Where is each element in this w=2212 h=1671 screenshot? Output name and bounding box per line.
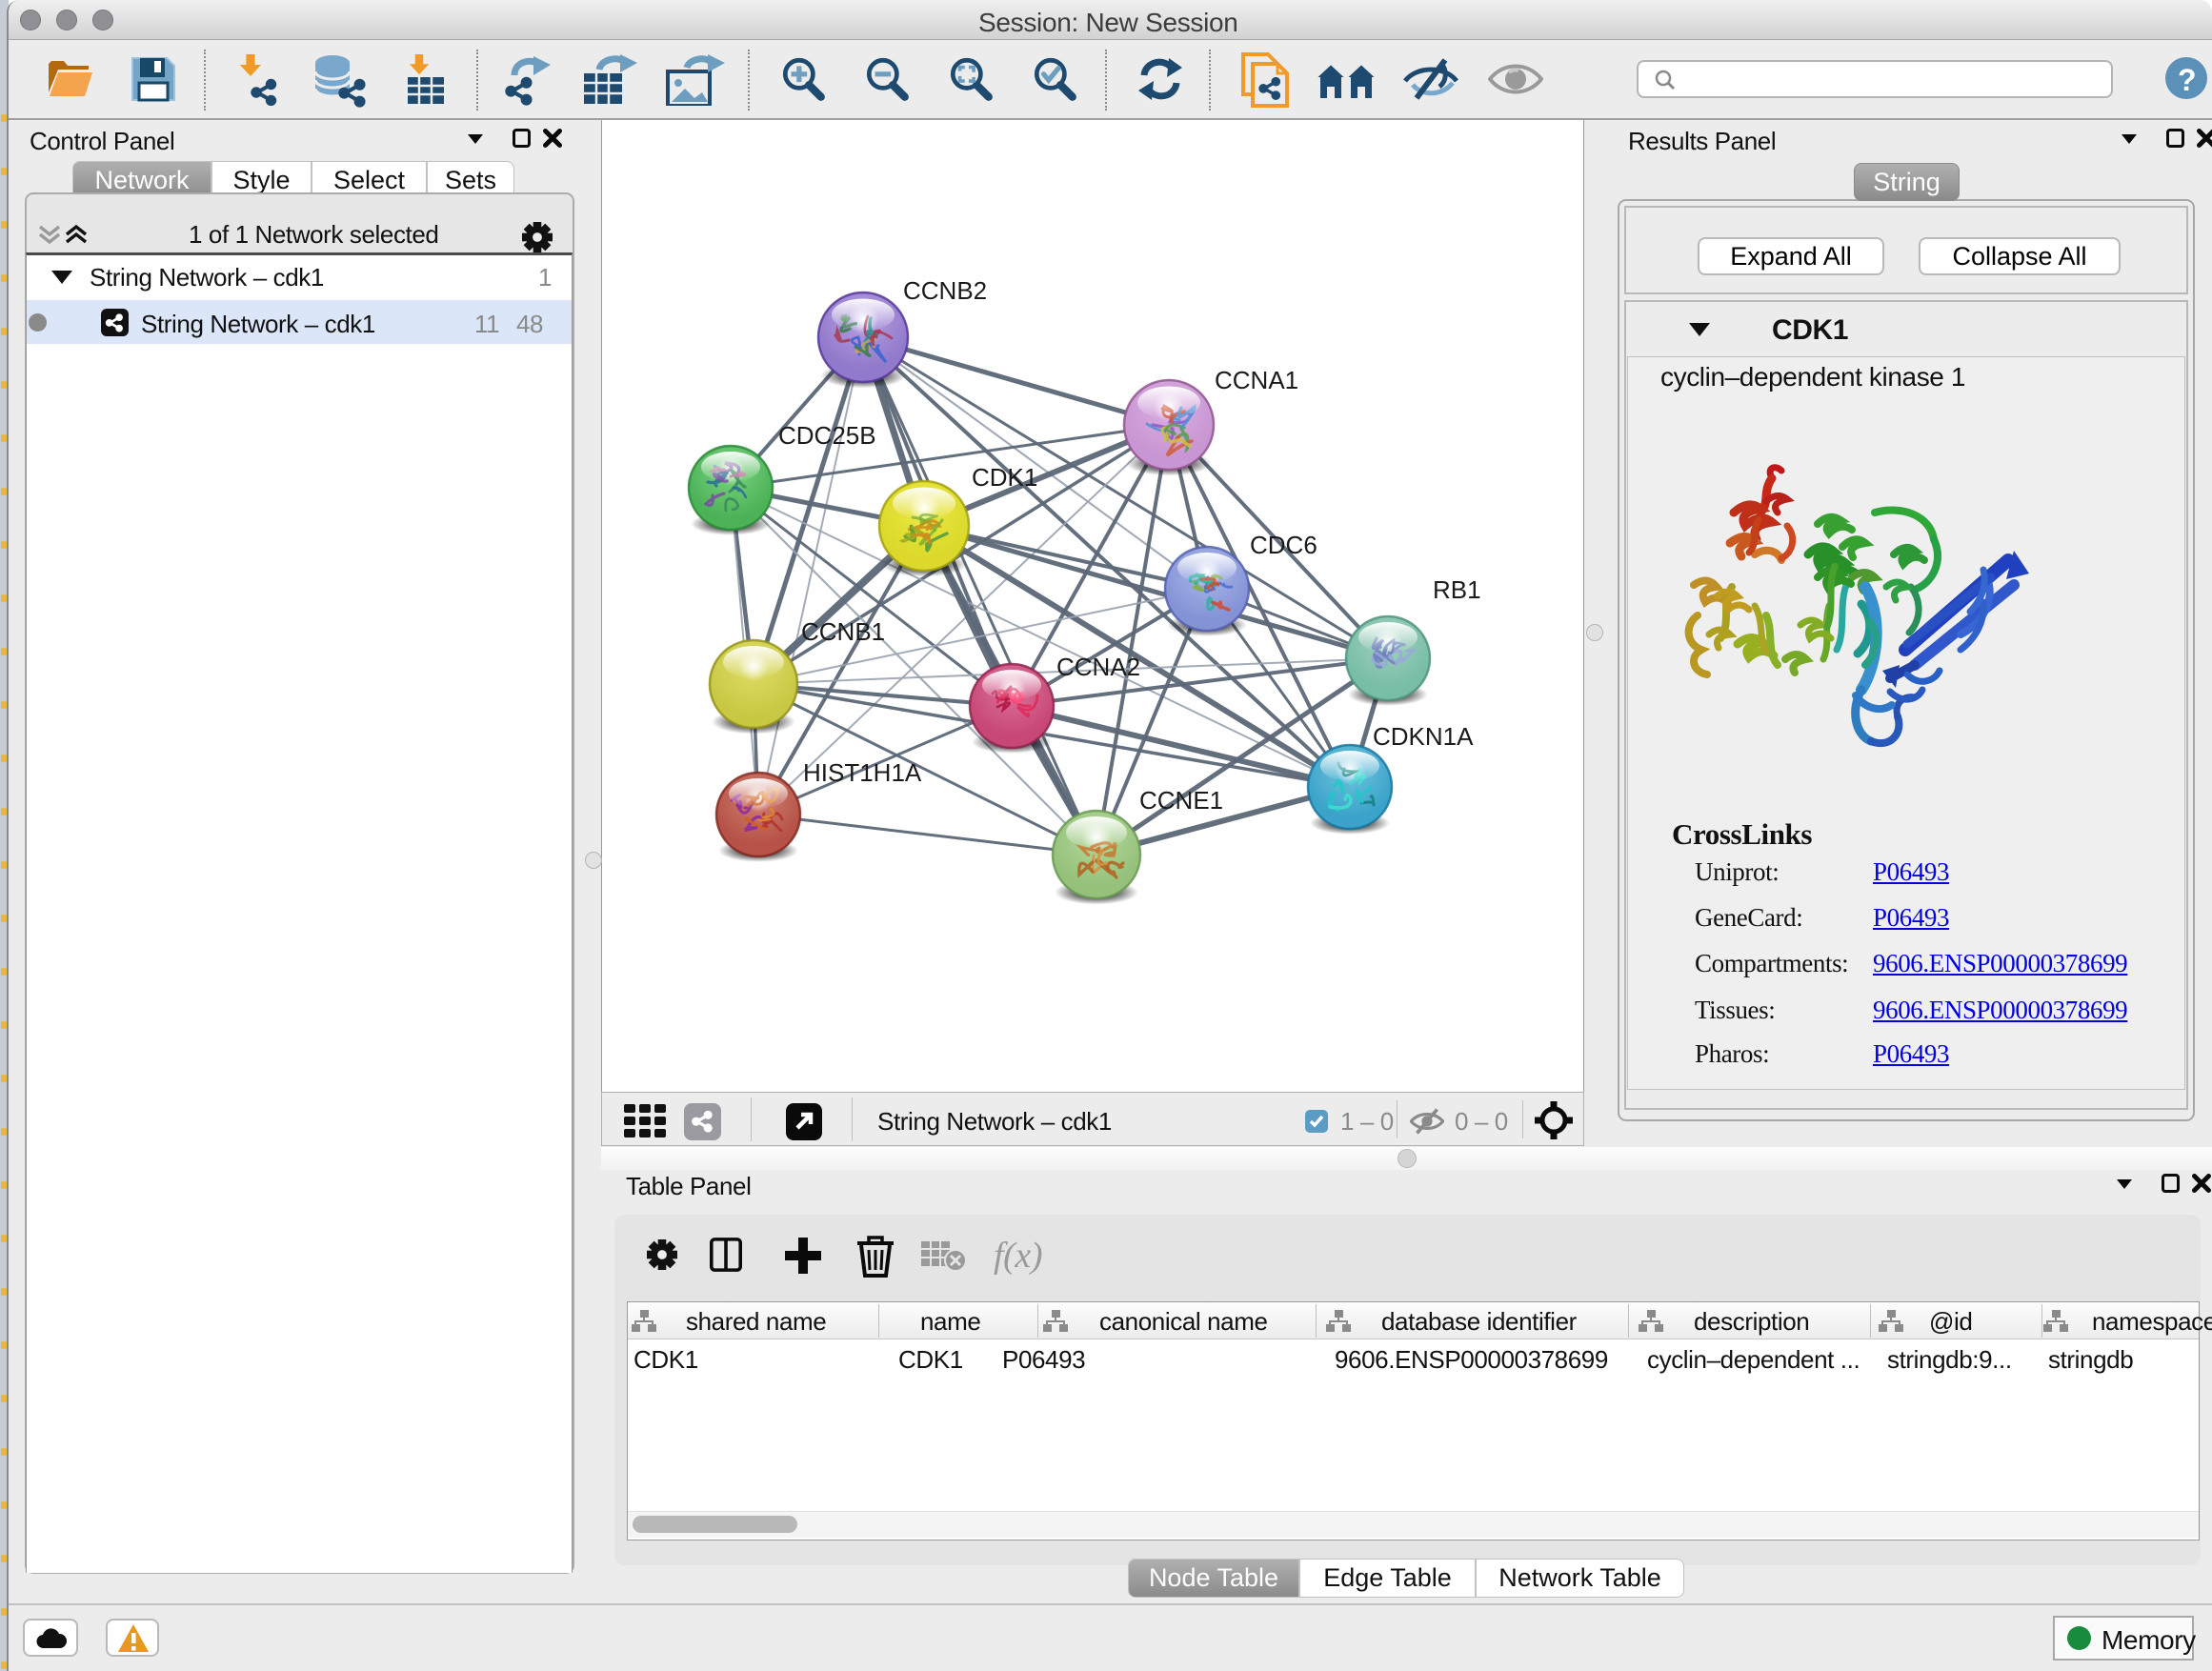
- svg-text:CCNA1: CCNA1: [1215, 366, 1298, 394]
- svg-text:CCNB1: CCNB1: [801, 617, 885, 646]
- svg-text:CCNE1: CCNE1: [1139, 786, 1223, 815]
- svg-text:CDK1: CDK1: [972, 463, 1037, 492]
- svg-text:CDC25B: CDC25B: [778, 421, 876, 450]
- svg-text:CCNA2: CCNA2: [1056, 653, 1140, 681]
- svg-text:RB1: RB1: [1433, 575, 1481, 604]
- svg-text:CCNB2: CCNB2: [903, 276, 987, 305]
- svg-text:CDC6: CDC6: [1250, 531, 1317, 559]
- svg-text:HIST1H1A: HIST1H1A: [803, 758, 922, 787]
- svg-text:CDKN1A: CDKN1A: [1373, 722, 1474, 751]
